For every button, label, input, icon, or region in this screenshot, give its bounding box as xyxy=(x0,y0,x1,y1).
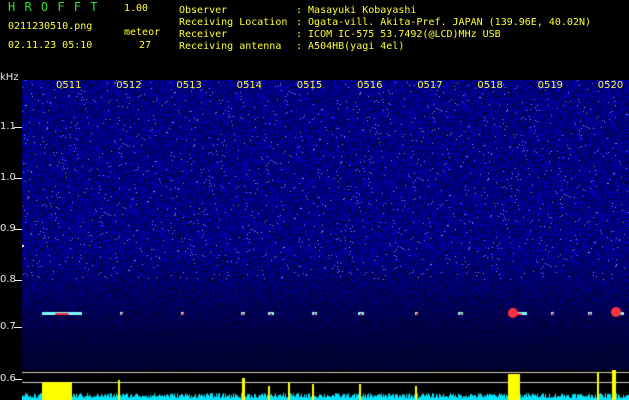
observer-label: Observer xyxy=(179,5,228,16)
freq-tick-mark xyxy=(14,127,22,128)
image-filename: 0211230510.png xyxy=(8,21,93,32)
minute-label: 0516 xyxy=(357,80,383,91)
location-label: Receiving Location xyxy=(179,17,288,28)
minute-label: 0520 xyxy=(597,80,624,91)
location-value: : Ogata-vill. Akita-Pref. JAPAN (139.96E… xyxy=(296,17,592,28)
app-version: 1.00 xyxy=(124,3,149,14)
meteor-label: meteor xyxy=(124,27,161,38)
capture-datetime: 02.11.23 05:10 xyxy=(8,40,93,51)
minute-label: 0519 xyxy=(537,80,564,91)
spectrogram-image xyxy=(22,80,629,370)
freq-unit-label: kHz xyxy=(0,72,19,83)
minute-label: 0518 xyxy=(477,80,503,91)
minute-label: 0511 xyxy=(56,80,82,91)
hrofft-window: H R O F F T 1.00 0211230510.png meteor 0… xyxy=(0,0,629,400)
minute-label: 0517 xyxy=(417,80,443,91)
receiver-value: : ICOM IC-575 53.7492(@LCD)MHz USB xyxy=(296,29,501,40)
signal-level-meter xyxy=(22,370,629,400)
receiver-label: Receiver xyxy=(179,29,228,40)
antenna-label: Receiving antenna xyxy=(179,41,282,52)
freq-tick-mark xyxy=(14,327,22,328)
minute-label: 0515 xyxy=(296,80,323,91)
minute-label: 0512 xyxy=(116,80,142,91)
antenna-value: : A504HB(yagi 4el) xyxy=(296,41,405,52)
minute-label: 0514 xyxy=(236,80,263,91)
freq-tick-mark xyxy=(14,379,22,380)
minute-label: 0513 xyxy=(176,80,202,91)
freq-tick-mark xyxy=(14,229,22,230)
freq-tick-mark xyxy=(14,280,22,281)
freq-tick-mark xyxy=(14,178,22,179)
app-logo: H R O F F T xyxy=(8,0,99,14)
observer-value: : Masayuki Kobayashi xyxy=(296,5,417,16)
meteor-count: 27 xyxy=(139,40,152,51)
